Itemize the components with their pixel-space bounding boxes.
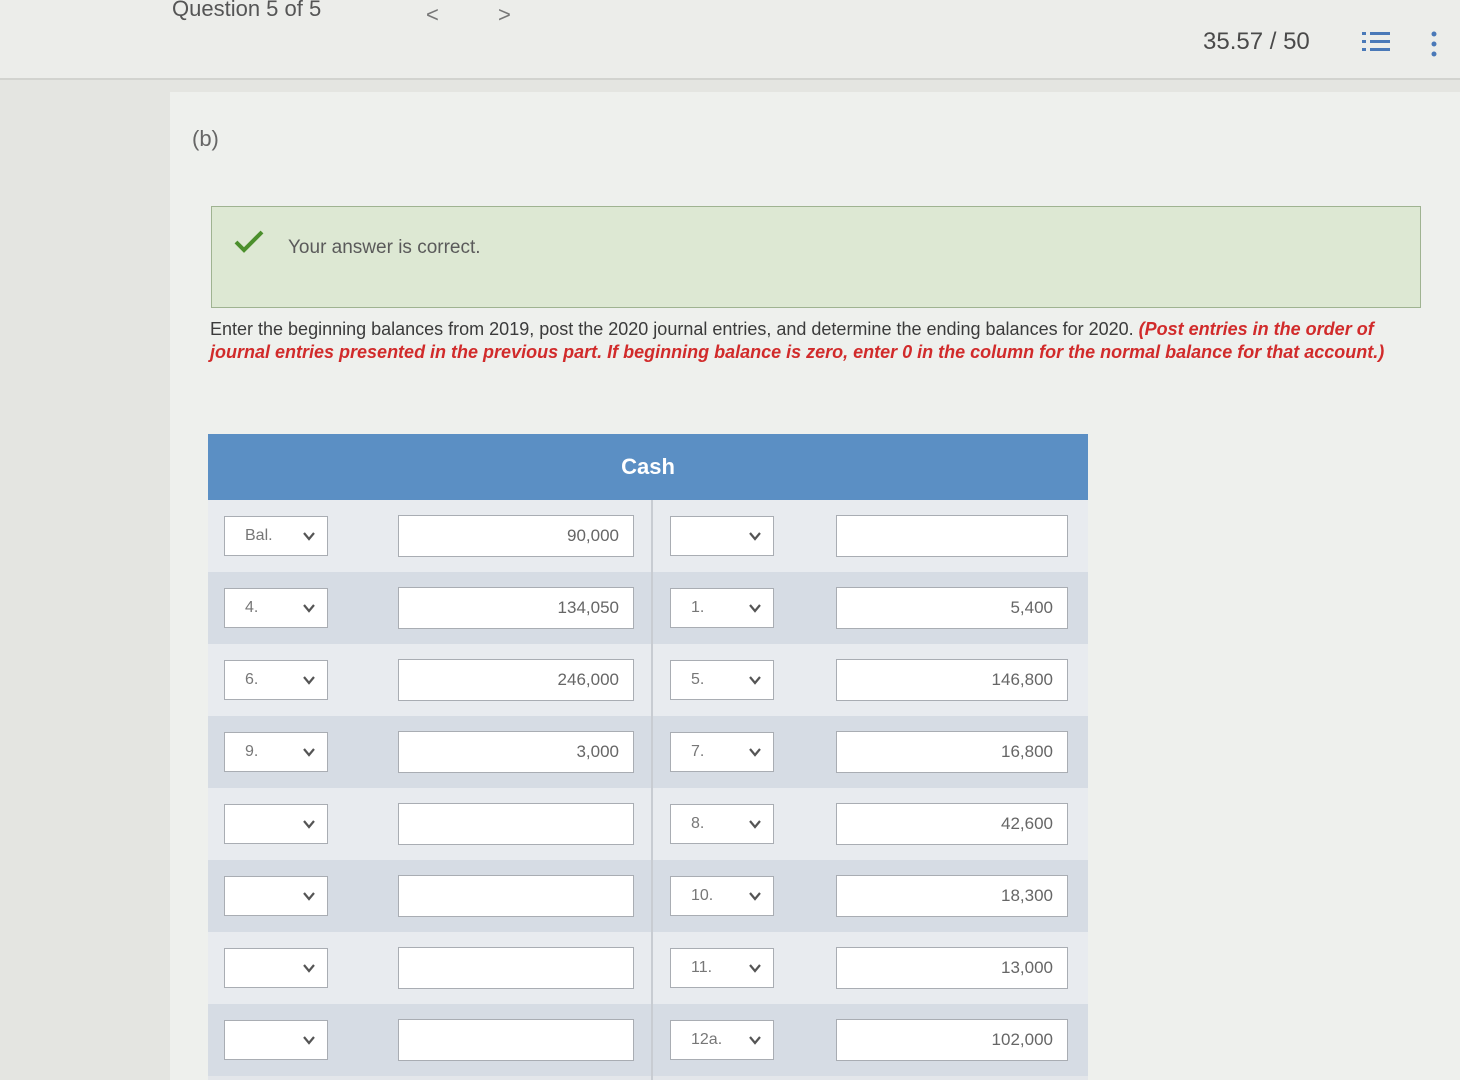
debit-amount-input[interactable] [398,875,634,917]
question-label: Question 5 of 5 [172,0,322,21]
table-row: 12a. 102,000 [208,1004,1088,1076]
chevron-down-icon [303,529,315,541]
credit-ref-select[interactable]: 8. [670,804,774,844]
instructions-text: Enter the beginning balances from 2019, … [210,319,1134,339]
table-row: 9. 3,000 7. 16,800 [208,716,1088,788]
top-bar: Question 5 of 5 < > 35.57 / 50 [0,0,1460,80]
cash-t-account: Cash Bal. 90,000 4. 134,050 1. 5,400 6. 246,000… [208,434,1088,1080]
prev-question-button[interactable]: < [426,2,439,28]
chevron-down-icon [749,601,761,613]
chevron-down-icon [749,817,761,829]
credit-amount-input[interactable]: 42,600 [836,803,1068,845]
t-account-title: Cash [208,434,1088,500]
credit-amount-input[interactable]: 13,000 [836,947,1068,989]
chevron-down-icon [303,889,315,901]
credit-ref-select[interactable]: 11. [670,948,774,988]
debit-amount-input[interactable] [398,1019,634,1061]
credit-ref-select[interactable]: 10. [670,876,774,916]
list-icon[interactable] [1362,30,1392,54]
feedback-text: Your answer is correct. [288,237,481,258]
credit-amount-input[interactable]: 16,800 [836,731,1068,773]
debit-amount-input[interactable] [398,803,634,845]
check-icon [234,230,264,253]
debit-ref-select[interactable] [224,948,328,988]
chevron-down-icon [749,745,761,757]
next-question-button[interactable]: > [498,2,511,28]
chevron-down-icon [303,1033,315,1045]
credit-amount-input[interactable] [836,515,1068,557]
debit-ref-select[interactable]: 4. [224,588,328,628]
more-vertical-icon[interactable] [1428,30,1440,58]
chevron-down-icon [749,889,761,901]
chevron-down-icon [749,961,761,973]
chevron-down-icon [303,673,315,685]
chevron-down-icon [303,745,315,757]
debit-amount-input[interactable]: 246,000 [398,659,634,701]
credit-ref-select[interactable]: 5. [670,660,774,700]
chevron-down-icon [749,673,761,685]
table-row: 8. 42,600 [208,788,1088,860]
chevron-down-icon [749,529,761,541]
credit-ref-select[interactable]: 1. [670,588,774,628]
debit-ref-select[interactable]: 6. [224,660,328,700]
debit-amount-input[interactable] [398,947,634,989]
debit-amount-input[interactable]: 3,000 [398,731,634,773]
credit-ref-value: 5. [691,671,705,688]
t-account-divider [651,500,653,1080]
chevron-down-icon [303,961,315,973]
part-label: (b) [192,126,219,151]
debit-ref-select[interactable] [224,1020,328,1060]
credit-ref-value: 8. [691,815,705,832]
debit-amount-input[interactable]: 90,000 [398,515,634,557]
score-display: 35.57 / 50 [1203,28,1310,55]
debit-amount-input[interactable]: 134,050 [398,587,634,629]
table-row: 6. 246,000 5. 146,800 [208,644,1088,716]
debit-ref-value: 4. [245,599,259,616]
credit-amount-input[interactable]: 5,400 [836,587,1068,629]
chevron-down-icon [749,1033,761,1045]
credit-ref-select[interactable] [670,516,774,556]
credit-amount-input[interactable]: 102,000 [836,1019,1068,1061]
credit-ref-value: 10. [691,887,714,904]
credit-amount-input[interactable]: 18,300 [836,875,1068,917]
credit-ref-value: 12a. [691,1031,723,1048]
credit-ref-value: 7. [691,743,705,760]
table-row: Bal. 90,000 [208,500,1088,572]
chevron-down-icon [303,817,315,829]
debit-ref-select[interactable] [224,876,328,916]
debit-ref-select[interactable]: 9. [224,732,328,772]
table-row: 4. 134,050 1. 5,400 [208,572,1088,644]
debit-ref-value: 6. [245,671,259,688]
table-row: 11. 13,000 [208,932,1088,1004]
credit-amount-input[interactable]: 146,800 [836,659,1068,701]
debit-ref-select[interactable] [224,804,328,844]
credit-ref-select[interactable]: 12a. [670,1020,774,1060]
chevron-down-icon [303,601,315,613]
credit-ref-value: 11. [691,959,713,976]
feedback-banner: Your answer is correct. [211,206,1421,308]
table-row: 10. 18,300 [208,860,1088,932]
debit-ref-value: Bal. [245,527,273,544]
debit-ref-select[interactable]: Bal. [224,516,328,556]
credit-ref-select[interactable]: 7. [670,732,774,772]
debit-ref-value: 9. [245,743,259,760]
instructions: Enter the beginning balances from 2019, … [210,318,1410,364]
credit-ref-value: 1. [691,599,705,616]
